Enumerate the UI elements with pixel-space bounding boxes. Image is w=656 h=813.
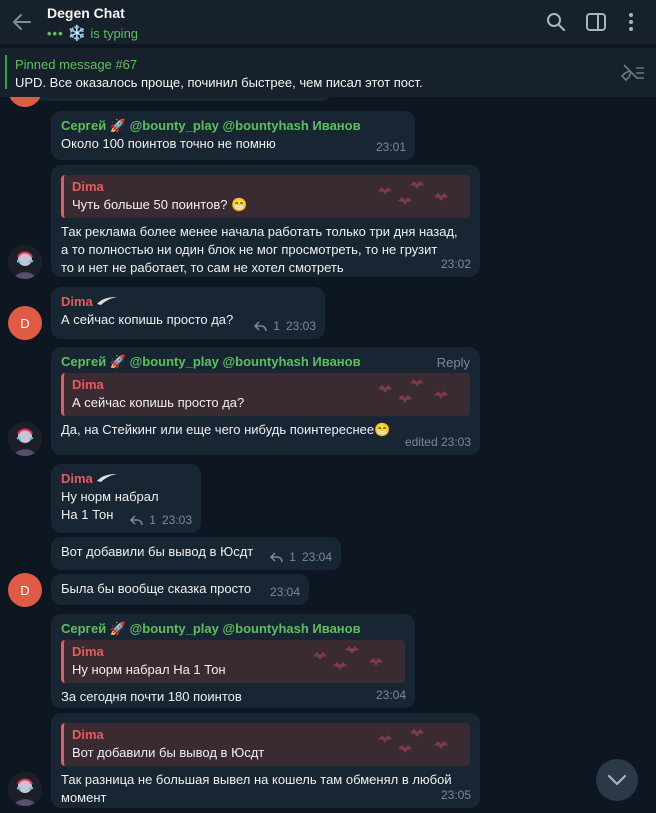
bat-pattern-icon bbox=[378, 181, 448, 205]
message-text: Около 100 поинтов точно не помню bbox=[61, 136, 276, 151]
sender-name[interactable]: Сергей 🚀 @bounty_play @bountyhash Иванов bbox=[61, 620, 405, 638]
message-bubble[interactable]: Сергей 🚀 @bounty_play @bountyhash Иванов… bbox=[51, 614, 415, 708]
snowflake-emoji: ❄️ bbox=[67, 25, 87, 42]
reply-count: 1 bbox=[149, 513, 156, 527]
message-time: edited 23:03 bbox=[404, 435, 471, 449]
message-text: За сегодня почти 180 поинтов bbox=[61, 689, 242, 704]
message-text: Была бы вообще сказка просто bbox=[61, 581, 252, 596]
sender-badge-icon bbox=[97, 474, 118, 482]
sender-name[interactable]: Dima bbox=[61, 293, 315, 311]
sender-badge-icon bbox=[97, 297, 118, 305]
message-bubble[interactable]: Вот добавили бы вывод в Юсдт 1 23:04 bbox=[51, 537, 341, 570]
message-text: Так разница не большая вывел на кошель т… bbox=[61, 772, 452, 805]
chat-title[interactable]: Degen Chat bbox=[47, 5, 125, 21]
search-icon[interactable] bbox=[544, 10, 568, 34]
reply-quote[interactable]: Dima Вот добавили бы вывод в Юсдт bbox=[61, 723, 470, 766]
reply-arrow-icon bbox=[130, 515, 144, 526]
reply-count: 1 bbox=[273, 319, 280, 333]
reply-quote[interactable]: Dima Ну норм набрал На 1 Тон bbox=[61, 640, 405, 683]
message-bubble[interactable]: Dima Вот добавили бы вывод в Юсдт Так ра… bbox=[51, 713, 480, 808]
message-bubble[interactable]: Сергей 🚀 @bounty_play @bountyhash Иванов… bbox=[51, 347, 480, 455]
message-list[interactable]: Сергей 🚀 @bounty_play @bountyhash Иванов… bbox=[0, 73, 656, 813]
reply-quote[interactable]: Dima Чуть больше 50 поинтов? 😁 bbox=[61, 175, 470, 218]
message-time: 23:04 bbox=[269, 585, 300, 599]
avatar-dima[interactable]: D bbox=[8, 306, 42, 340]
bat-pattern-icon bbox=[378, 729, 448, 753]
reply-button[interactable]: Reply bbox=[437, 355, 470, 370]
more-vertical-icon[interactable] bbox=[619, 10, 643, 34]
message-time: 23:03 bbox=[161, 513, 192, 527]
typing-dots-icon: ••• bbox=[47, 25, 64, 41]
pinned-message-bar[interactable]: Pinned message #67 UPD. Все оказалось пр… bbox=[0, 48, 656, 97]
thread-replies[interactable]: 1 bbox=[253, 319, 280, 333]
telegram-chat-window: Degen Chat ••• ❄️ is typing Pinned messa… bbox=[0, 0, 656, 813]
avatar-sergey[interactable] bbox=[8, 422, 42, 456]
message-bubble[interactable]: Dima Чуть больше 50 поинтов? 😁 Так рекла… bbox=[51, 165, 480, 277]
pinned-indicator bbox=[5, 55, 7, 89]
reply-arrow-icon bbox=[270, 552, 284, 563]
back-arrow-icon[interactable] bbox=[10, 10, 34, 34]
message-time: 23:03 bbox=[285, 319, 316, 333]
thread-replies[interactable]: 1 bbox=[269, 550, 296, 564]
sender-name[interactable]: Сергей 🚀 @bounty_play @bountyhash Иванов bbox=[61, 117, 405, 135]
typing-status: ••• ❄️ is typing bbox=[47, 24, 138, 42]
bat-pattern-icon bbox=[313, 646, 383, 670]
pinned-title: Pinned message #67 bbox=[15, 57, 138, 72]
message-bubble[interactable]: Была бы вообще сказка просто 23:04 bbox=[51, 574, 309, 605]
pin-list-icon[interactable] bbox=[618, 61, 646, 85]
message-text: Так реклама более менее начала работать … bbox=[61, 224, 458, 275]
avatar-sergey[interactable] bbox=[8, 772, 42, 806]
message-time: 23:01 bbox=[375, 140, 406, 154]
sender-name[interactable]: Dima bbox=[61, 470, 191, 488]
pinned-text: UPD. Все оказалось проще, починил быстре… bbox=[15, 75, 423, 90]
avatar-dima[interactable]: D bbox=[8, 573, 42, 607]
message-time: 23:05 bbox=[440, 788, 471, 802]
chevron-down-icon bbox=[607, 774, 627, 786]
message-bubble[interactable]: Сергей 🚀 @bounty_play @bountyhash Иванов… bbox=[51, 111, 415, 160]
typing-text: is typing bbox=[90, 25, 139, 41]
message-time: 23:02 bbox=[440, 257, 471, 271]
bat-pattern-icon bbox=[378, 379, 448, 403]
message-time: 23:04 bbox=[375, 688, 406, 702]
thread-replies[interactable]: 1 bbox=[129, 513, 156, 527]
scroll-to-bottom-button[interactable] bbox=[596, 759, 638, 801]
reply-arrow-icon bbox=[254, 321, 268, 332]
message-time: 23:04 bbox=[301, 550, 332, 564]
chat-header: Degen Chat ••• ❄️ is typing bbox=[0, 0, 656, 44]
message-bubble[interactable]: Dima Ну норм набрал На 1 Тон 1 23:03 bbox=[51, 464, 201, 533]
sidebar-toggle-icon[interactable] bbox=[584, 10, 608, 34]
reply-quote[interactable]: Dima А сейчас копишь просто да? bbox=[61, 373, 470, 416]
sender-name-text: Dima bbox=[61, 294, 93, 309]
sender-name-text: Dima bbox=[61, 471, 93, 486]
message-bubble[interactable]: Dima А сейчас копишь просто да? 1 23:03 bbox=[51, 287, 325, 339]
reply-count: 1 bbox=[289, 550, 296, 564]
sender-name[interactable]: Сергей 🚀 @bounty_play @bountyhash Иванов bbox=[61, 353, 470, 371]
avatar-sergey[interactable] bbox=[8, 245, 42, 279]
quote-text-content: Чуть больше 50 поинтов? 😁 bbox=[72, 197, 248, 212]
